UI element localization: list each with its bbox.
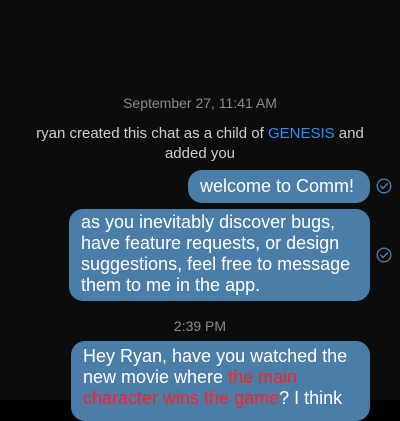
message-text: Hey Ryan, have you watched the new movie… bbox=[83, 346, 348, 387]
timestamp: 2:39 PM bbox=[173, 318, 227, 334]
system-message: ryan created this chat as a child of GEN… bbox=[20, 124, 380, 164]
message-bubble[interactable]: welcome to Comm! bbox=[188, 170, 370, 203]
parent-chat-link[interactable]: GENESIS bbox=[268, 125, 335, 142]
system-message-prefix: ryan created this chat as a child of bbox=[36, 125, 268, 142]
message-bubble[interactable]: as you inevitably discover bugs, have fe… bbox=[69, 209, 370, 301]
check-circle-icon bbox=[376, 178, 392, 194]
timestamp: September 27, 11:41 AM bbox=[123, 95, 277, 111]
message-text: ? I think bbox=[279, 388, 343, 408]
check-circle-icon bbox=[376, 247, 392, 263]
chat-thread: September 27, 11:41 AM ryan created this… bbox=[0, 0, 400, 421]
message-bubble[interactable]: Hey Ryan, have you watched the new movie… bbox=[71, 341, 370, 421]
